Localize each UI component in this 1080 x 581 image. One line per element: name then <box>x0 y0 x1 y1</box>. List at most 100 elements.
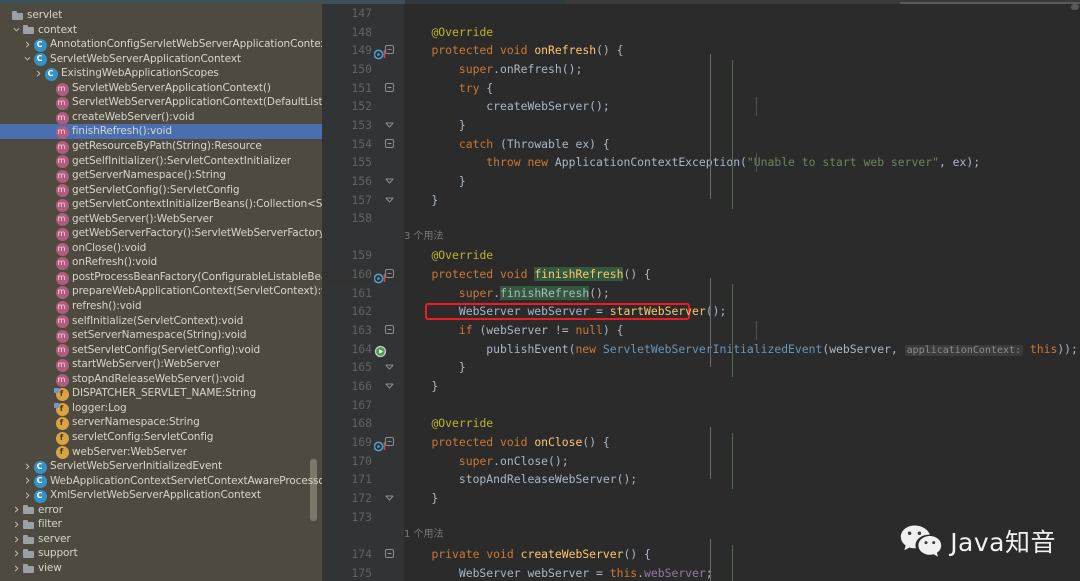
tree-item-label: XmlServletWebServerApplicationContext <box>50 489 261 502</box>
code-line[interactable]: super.onClose(); <box>404 452 569 471</box>
line-number: 169 <box>351 434 372 449</box>
code-line[interactable]: } <box>404 489 438 508</box>
tree-item[interactable]: postProcessBeanFactory(ConfigurableLista… <box>0 270 322 285</box>
tree-item[interactable]: onRefresh():void <box>0 255 322 271</box>
tree-item[interactable]: ServletWebServerInitializedEvent <box>0 459 322 474</box>
field-icon <box>56 431 69 445</box>
chevron-down-icon[interactable] <box>22 55 33 62</box>
code-line[interactable]: if (webServer != null) { <box>404 321 624 340</box>
code-line[interactable]: super.onRefresh(); <box>404 60 582 79</box>
tree-item[interactable]: stopAndReleaseWebServer():void <box>0 372 322 387</box>
tree-item[interactable]: AnnotationConfigServletWebServerApplicat… <box>0 37 322 52</box>
tree-item[interactable]: ExistingWebApplicationScopes <box>0 66 322 81</box>
code-line[interactable]: try { <box>404 79 493 98</box>
tree-item[interactable]: getServerNamespace():String <box>0 168 322 183</box>
chevron-right-icon[interactable] <box>33 70 44 77</box>
tree-item[interactable]: logger:Log <box>0 401 322 416</box>
code-editor-panel[interactable]: 147 148 @Override 149 protected void onRef… <box>322 4 1080 581</box>
usage-count-hint[interactable]: 1 个用法 <box>404 526 444 545</box>
tree-item[interactable]: servletConfig:ServletConfig <box>0 430 322 445</box>
code-line[interactable]: stopAndReleaseWebServer(); <box>404 470 637 489</box>
tree-item[interactable]: getWebServerFactory():ServletWebServerFa… <box>0 226 322 242</box>
tree-item[interactable]: support <box>0 546 322 561</box>
chevron-right-icon[interactable] <box>11 565 22 572</box>
chevron-right-icon[interactable] <box>22 477 33 484</box>
project-tree-panel[interactable]: servlet context AnnotationConfigServletWeb… <box>0 4 322 581</box>
tree-item[interactable]: servlet <box>0 8 322 23</box>
code-line[interactable]: @Override <box>404 246 493 265</box>
code-line[interactable]: createWebServer(); <box>404 97 609 116</box>
fold-end-icon[interactable] <box>384 358 395 377</box>
fold-expanded-icon[interactable] <box>384 321 395 340</box>
code-line[interactable]: WebServer webServer = this.webServer; <box>404 564 713 581</box>
fold-expanded-icon[interactable] <box>384 135 395 154</box>
code-line[interactable]: } <box>404 191 438 210</box>
chevron-down-icon[interactable] <box>11 26 22 33</box>
code-line[interactable]: catch (Throwable ex) { <box>404 135 610 154</box>
code-line[interactable]: @Override <box>404 23 493 42</box>
code-line[interactable]: } <box>404 377 438 396</box>
tree-item[interactable]: webServer:WebServer <box>0 445 322 460</box>
tree-item[interactable]: refresh():void <box>0 299 322 314</box>
chevron-right-icon[interactable] <box>22 463 33 470</box>
tree-item[interactable]: error <box>0 503 322 518</box>
chevron-right-icon[interactable] <box>22 492 33 499</box>
chevron-right-icon[interactable] <box>11 550 22 557</box>
chevron-right-icon[interactable] <box>22 41 33 48</box>
tree-item[interactable]: startWebServer():WebServer <box>0 357 322 372</box>
code-line[interactable]: protected void onRefresh() { <box>404 41 623 60</box>
tree-item[interactable]: getSelfInitializer():ServletContextIniti… <box>0 154 322 169</box>
fold-expanded-icon[interactable] <box>384 41 395 60</box>
chevron-right-icon[interactable] <box>11 521 22 528</box>
tree-item[interactable]: setServerNamespace(String):void <box>0 328 322 343</box>
code-line[interactable]: protected void finishRefresh() { <box>404 265 651 284</box>
tree-item[interactable]: createWebServer():void <box>0 110 322 125</box>
code-line[interactable]: publishEvent(new ServletWebServerInitial… <box>404 340 1078 359</box>
tree-item[interactable]: ServletWebServerApplicationContext <box>0 52 322 67</box>
code-line[interactable]: protected void onClose() { <box>404 433 609 452</box>
fold-expanded-icon[interactable] <box>384 79 395 98</box>
tree-item[interactable]: getResourceByPath(String):Resource <box>0 139 322 154</box>
code-line[interactable]: } <box>404 358 466 377</box>
run-gutter-icon[interactable] <box>374 343 387 357</box>
tree-item[interactable]: prepareWebApplicationContext(ServletCont… <box>0 284 322 300</box>
tree-item[interactable]: server <box>0 532 322 547</box>
fold-expanded-icon[interactable] <box>384 545 395 564</box>
tree-item[interactable]: onClose():void <box>0 241 322 256</box>
tree-item[interactable]: XmlServletWebServerApplicationContext <box>0 488 322 503</box>
fold-end-icon[interactable] <box>384 377 395 396</box>
code-line[interactable]: throw new ApplicationContextException("U… <box>404 153 980 172</box>
fold-end-icon[interactable] <box>384 191 395 210</box>
code-line[interactable]: } <box>404 172 466 191</box>
fold-end-icon[interactable] <box>384 116 395 135</box>
tree-item[interactable]: context <box>0 23 322 38</box>
code-line[interactable]: private void createWebServer() { <box>404 545 650 564</box>
tree-item[interactable]: selfInitialize(ServletContext):void <box>0 314 322 329</box>
code-line[interactable]: @Override <box>404 414 493 433</box>
tree-item[interactable]: ServletWebServerApplicationContext() <box>0 81 322 96</box>
tree-item[interactable]: WebApplicationContextServletContextAware… <box>0 474 322 489</box>
tree-item-label: getServletConfig():ServletConfig <box>72 183 240 196</box>
tree-item[interactable]: DISPATCHER_SERVLET_NAME:String <box>0 386 322 402</box>
tree-item[interactable]: serverNamespace:String <box>0 415 322 431</box>
chevron-right-icon[interactable] <box>11 536 22 543</box>
tree-item[interactable]: filter <box>0 517 322 532</box>
tree-item-label: AnnotationConfigServletWebServerApplicat… <box>50 38 322 51</box>
tree-item[interactable]: view <box>0 561 322 576</box>
tree-item[interactable]: ServletWebServerApplicationContext(Defau… <box>0 95 322 111</box>
fold-expanded-icon[interactable] <box>384 265 395 284</box>
fold-expanded-icon[interactable] <box>384 433 395 452</box>
code-line[interactable]: WebServer webServer = startWebServer(); <box>404 302 726 321</box>
usage-count-hint[interactable]: 3 个用法 <box>404 228 444 247</box>
editor-vertical-scrollbar[interactable] <box>1071 4 1079 10</box>
tree-item[interactable]: getWebServer():WebServer <box>0 212 322 227</box>
tree-item[interactable]: getServletConfig():ServletConfig <box>0 183 322 198</box>
tree-item[interactable]: finishRefresh():void <box>0 124 322 140</box>
code-line[interactable]: } <box>404 116 466 135</box>
tree-item[interactable]: setServletConfig(ServletConfig):void <box>0 343 322 358</box>
tree-item[interactable]: getServletContextInitializerBeans():Coll… <box>0 197 322 212</box>
fold-end-icon[interactable] <box>384 489 395 508</box>
chevron-right-icon[interactable] <box>11 506 22 513</box>
code-line[interactable]: super.finishRefresh(); <box>404 284 610 303</box>
fold-end-icon[interactable] <box>384 172 395 191</box>
